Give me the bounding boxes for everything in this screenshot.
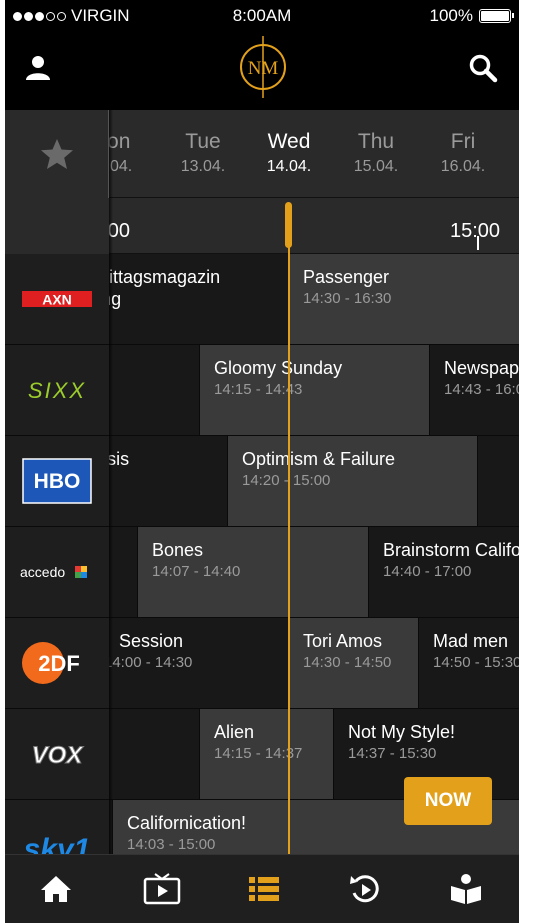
user-icon[interactable] xyxy=(18,48,58,88)
library-icon xyxy=(451,874,481,904)
program-cell[interactable]: Alien 14:15 - 14:37 xyxy=(200,709,334,800)
program-cell[interactable]: Mad men 14:50 - 15:30 xyxy=(419,618,519,709)
nav-library[interactable] xyxy=(436,867,496,911)
app-logo: NM xyxy=(237,34,289,100)
channel-axn[interactable]: AXN xyxy=(5,254,109,345)
program-cell[interactable]: Gloomy Sunday 14:15 - 14:43 xyxy=(200,345,430,436)
sixx-logo: SIXX xyxy=(28,378,86,403)
channel-accedo[interactable]: accedo xyxy=(5,527,109,618)
star-icon xyxy=(40,139,73,169)
status-bar: VIRGIN 8:00AM 100% xyxy=(5,0,519,30)
nav-replay[interactable] xyxy=(335,867,395,911)
svg-text:AXN: AXN xyxy=(42,292,72,308)
svg-text:SIXX: SIXX xyxy=(28,378,86,403)
program-cell[interactable]: Optimism & Failure 14:20 - 15:00 xyxy=(228,436,478,527)
vox-logo: VOX xyxy=(31,742,85,770)
accedo-logo: accedo xyxy=(20,564,87,580)
program-cell[interactable] xyxy=(478,436,519,527)
hbo-logo: HBO xyxy=(22,458,92,504)
channel-sixx[interactable]: SIXX xyxy=(5,345,109,436)
nav-home[interactable] xyxy=(26,867,86,911)
now-button[interactable]: NOW xyxy=(404,777,492,825)
app-header: NM xyxy=(5,30,519,110)
logo-text: NM xyxy=(248,58,279,79)
epg-screen: VIRGIN 8:00AM 100% NM Mon12.04. Tue13.04… xyxy=(5,0,519,923)
list-icon xyxy=(249,877,279,901)
day-wed[interactable]: Wed 14.04. xyxy=(244,130,334,176)
home-icon xyxy=(41,876,71,902)
now-indicator-line xyxy=(288,204,290,854)
tv-icon xyxy=(143,873,181,905)
axn-logo: AXN xyxy=(22,291,92,308)
svg-text:accedo: accedo xyxy=(20,564,65,580)
2df-logo: 2DF xyxy=(22,642,80,684)
svg-text:2DF: 2DF xyxy=(38,651,80,676)
channel-hbo[interactable]: HBO xyxy=(5,436,109,527)
bottom-nav xyxy=(5,854,519,923)
day-thu[interactable]: Thu 15.04. xyxy=(331,130,421,176)
column-shadow xyxy=(109,110,113,854)
now-indicator-handle[interactable] xyxy=(285,202,292,248)
day-fri[interactable]: Fri 16.04. xyxy=(418,130,508,176)
channel-vox[interactable]: VOX xyxy=(5,709,109,800)
channel-column: AXN SIXX HBO accedo 2DF VOX sky1 xyxy=(5,110,109,891)
favorites-button[interactable] xyxy=(5,110,109,198)
battery-icon xyxy=(479,9,514,23)
svg-text:VOX: VOX xyxy=(32,742,85,769)
nav-guide[interactable] xyxy=(234,867,294,911)
channel-2df[interactable]: 2DF xyxy=(5,618,109,709)
program-cell[interactable]: Bones 14:07 - 14:40 xyxy=(138,527,369,618)
battery-percent: 100% xyxy=(429,6,473,25)
nav-tv[interactable] xyxy=(132,867,192,911)
program-cell[interactable]: Passenger 14:30 - 16:30 xyxy=(289,254,519,345)
replay-icon xyxy=(350,875,379,903)
time-label-1500: 15:00 xyxy=(450,220,501,242)
program-cell[interactable]: Tori Amos 14:30 - 14:50 xyxy=(289,618,419,709)
program-cell[interactable]: Brainstorm California 14:40 - 17:00 xyxy=(369,527,519,618)
svg-text:HBO: HBO xyxy=(34,470,81,493)
battery-info: 100% xyxy=(429,6,514,26)
day-tue[interactable]: Tue 13.04. xyxy=(158,130,248,176)
search-icon[interactable] xyxy=(463,48,503,88)
ruler-spacer xyxy=(5,198,109,254)
program-cell[interactable]: Newspaper 14:43 - 16:00 xyxy=(430,345,519,436)
time-tick xyxy=(477,236,479,250)
